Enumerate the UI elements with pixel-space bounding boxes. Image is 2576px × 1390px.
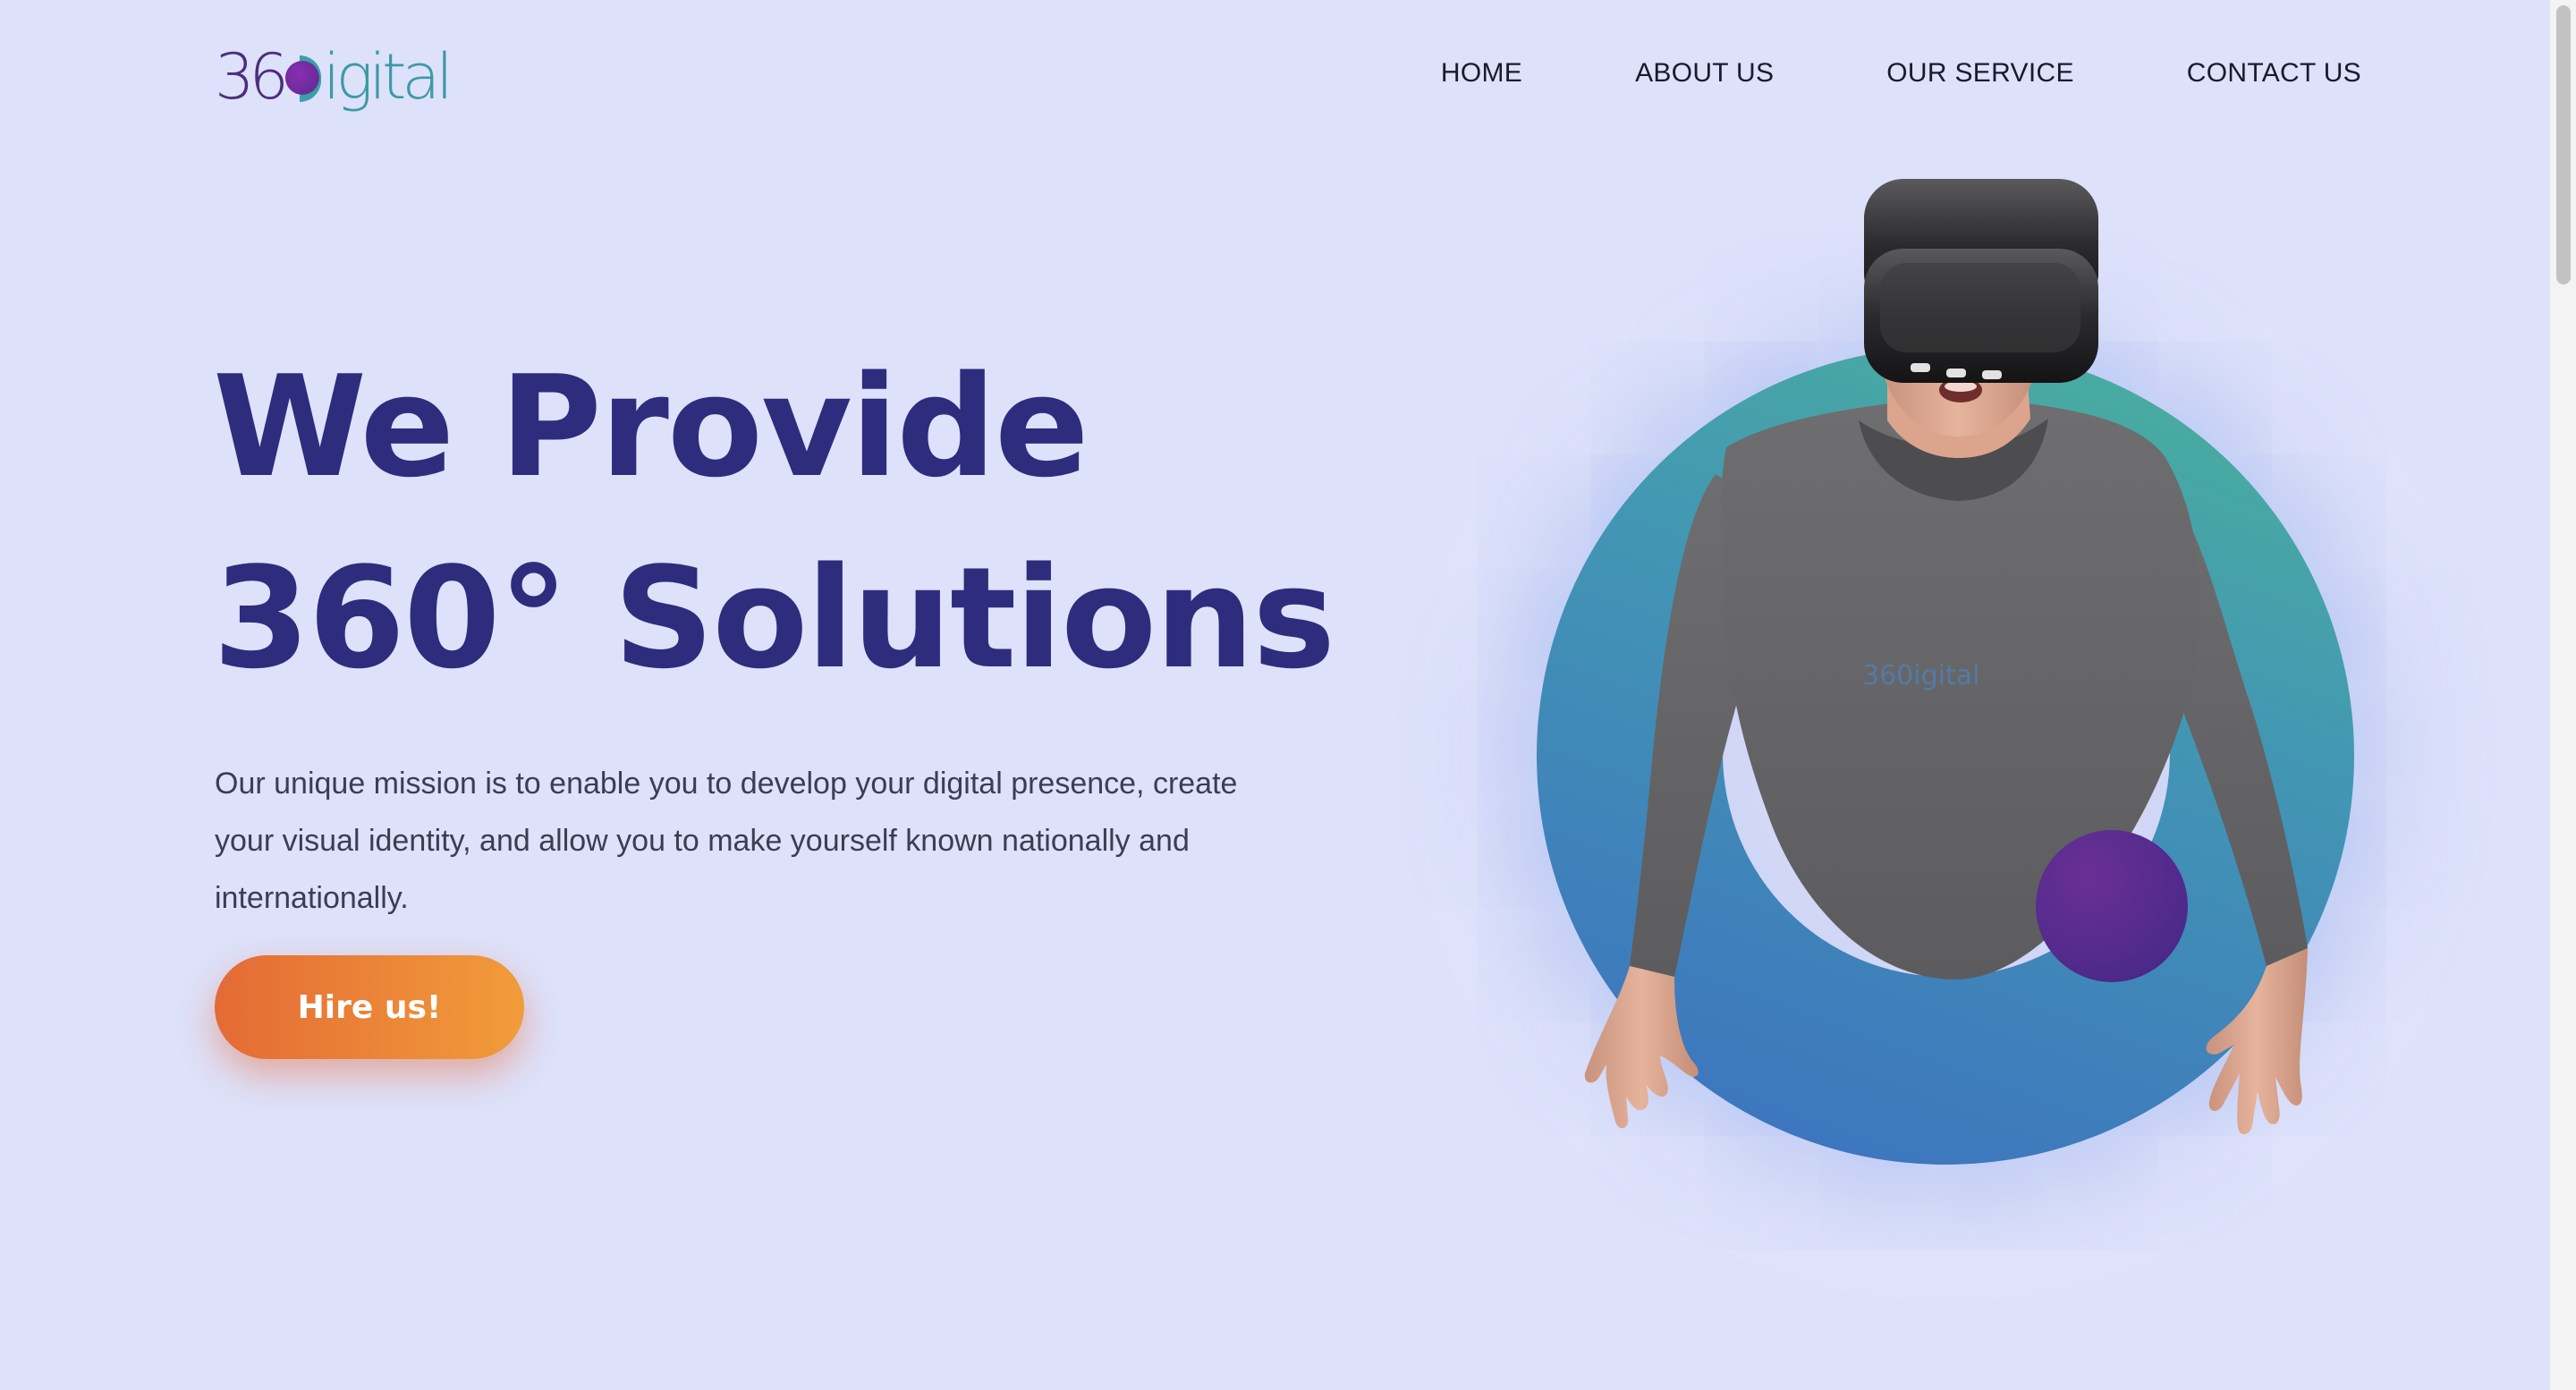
logo-number: 36	[215, 40, 289, 114]
nav-contact-us[interactable]: CONTACT US	[2187, 55, 2361, 91]
hero-title-line-2: 360° Solutions	[213, 537, 1335, 699]
hire-us-button[interactable]: Hire us!	[215, 955, 524, 1059]
purple-sphere	[2036, 830, 2188, 982]
page: 36 igital HOME ABOUT US OUR SERVICE CONT…	[0, 0, 2576, 1390]
shirt-logo: 360igital	[1862, 660, 1979, 691]
nav-home[interactable]: HOME	[1441, 55, 1522, 91]
hero-description: Our unique mission is to enable you to d…	[215, 767, 1238, 915]
nav-our-service[interactable]: OUR SERVICE	[1886, 55, 2073, 91]
logo-word: igital	[323, 40, 453, 114]
hero-title-line-1: We Provide	[213, 345, 1089, 508]
brand-logo[interactable]: 36 igital	[215, 40, 453, 122]
hero-title: We Provide 360° Solutions	[213, 331, 1335, 714]
logo-dot-icon	[285, 61, 320, 95]
vertical-scrollbar[interactable]	[2549, 0, 2576, 1390]
scrollbar-thumb[interactable]	[2556, 5, 2571, 284]
nav-about-us[interactable]: ABOUT US	[1635, 55, 1774, 91]
vr-person-illustration: 360igital	[1574, 179, 2343, 1145]
main-nav: HOME ABOUT US OUR SERVICE CONTACT US	[1441, 55, 2361, 91]
